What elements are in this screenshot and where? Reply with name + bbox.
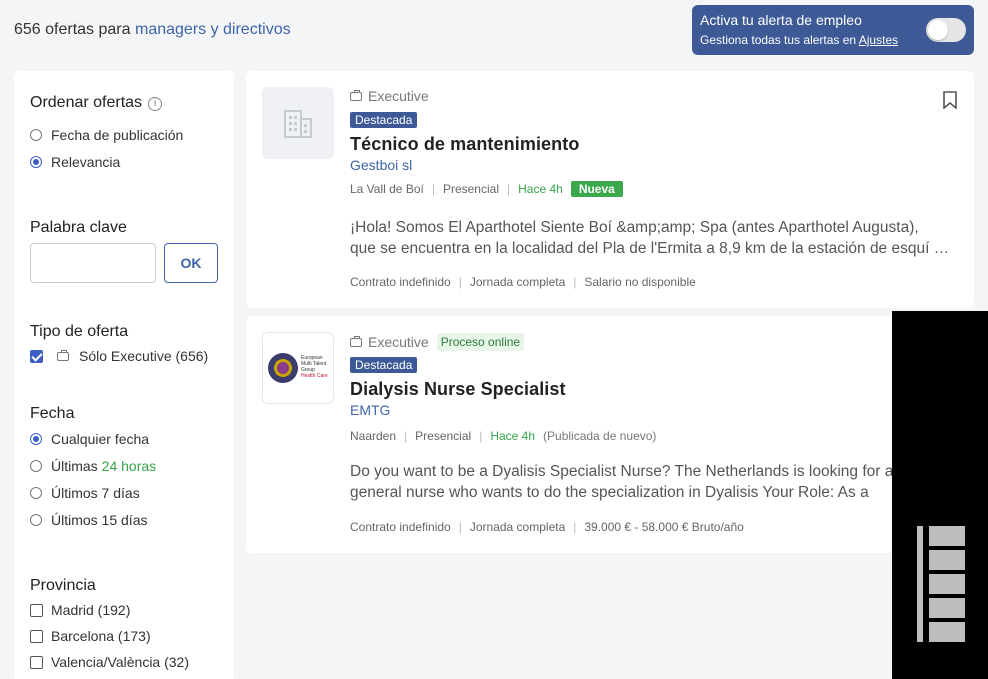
job-card[interactable]: European Multi Talent Group Health Care … — [246, 316, 974, 553]
keyword-ok-button[interactable]: OK — [164, 243, 218, 283]
checkbox-icon — [30, 629, 43, 643]
sort-option-date[interactable]: Fecha de publicación — [30, 127, 183, 143]
job-meta: Naarden | Presencial | Hace 4h (Publicada … — [350, 429, 657, 443]
results-count: 656 ofertas para managers y directivos — [14, 21, 291, 39]
category-link[interactable]: managers y directivos — [135, 21, 291, 38]
province-option-valencia[interactable]: Valencia/València (32) — [30, 654, 189, 670]
job-type: Executive Proceso online — [350, 333, 525, 351]
job-card[interactable]: Executive Destacada Técnico de mantenimi… — [246, 71, 974, 308]
overlay-panel — [892, 311, 988, 679]
radio-icon — [30, 487, 42, 499]
province-option-madrid[interactable]: Madrid (192) — [30, 602, 130, 618]
company-logo-placeholder — [262, 87, 334, 159]
radio-selected-icon — [30, 433, 42, 445]
offer-type-title: Tipo de oferta — [30, 323, 129, 340]
filters-sidebar: Ordenar ofertas i Fecha de publicación Re… — [14, 71, 234, 679]
job-type: Executive — [350, 88, 429, 104]
emtg-logo-mark — [268, 353, 298, 383]
executive-only-checkbox[interactable]: Sólo Executive (656) — [30, 348, 208, 364]
checkbox-icon — [30, 603, 43, 617]
job-alert-banner: Activa tu alerta de empleo Gestiona toda… — [692, 5, 974, 55]
radio-icon — [30, 460, 42, 472]
radio-icon — [30, 514, 42, 526]
checkbox-checked-icon — [30, 349, 43, 363]
results-count-text: 656 ofertas para — [14, 21, 131, 38]
radio-icon — [30, 129, 42, 141]
watermark-logo — [917, 526, 965, 642]
company-logo: European Multi Talent Group Health Care — [262, 332, 334, 404]
settings-link[interactable]: Ajustes — [859, 33, 898, 47]
online-process-badge: Proceso online — [436, 333, 525, 351]
radio-selected-icon — [30, 156, 42, 168]
date-title: Fecha — [30, 405, 75, 422]
keyword-title: Palabra clave — [30, 219, 127, 236]
company-link[interactable]: Gestboi sl — [350, 157, 412, 173]
alert-toggle[interactable] — [926, 18, 966, 42]
featured-badge: Destacada — [350, 112, 418, 128]
toggle-knob — [928, 20, 948, 40]
province-option-barcelona[interactable]: Barcelona (173) — [30, 628, 151, 644]
job-conditions: Contrato indefinido | Jornada completa | S… — [350, 275, 696, 289]
new-badge: Nueva — [570, 181, 623, 197]
briefcase-icon — [57, 349, 69, 361]
bookmark-icon[interactable] — [942, 91, 958, 109]
job-conditions: Contrato indefinido | Jornada completa | 3… — [350, 520, 744, 534]
company-link[interactable]: EMTG — [350, 402, 390, 418]
job-description: Do you want to be a Dyalisis Specialist … — [350, 463, 894, 501]
job-title-link[interactable]: Técnico de mantenimiento — [350, 134, 579, 155]
job-meta: La Vall de Boí | Presencial | Hace 4h Nuev… — [350, 181, 623, 197]
checkbox-icon — [30, 655, 43, 669]
date-option-7d[interactable]: Últimos 7 días — [30, 485, 140, 501]
province-title: Provincia — [30, 577, 96, 594]
briefcase-icon — [350, 335, 362, 347]
date-option-15d[interactable]: Últimos 15 días — [30, 512, 147, 528]
briefcase-icon — [350, 89, 362, 101]
sort-title: Ordenar ofertas i — [30, 94, 163, 112]
featured-badge: Destacada — [350, 357, 418, 373]
alert-subtitle: Gestiona todas tus alertas en Ajustes — [700, 33, 899, 47]
job-description: ¡Hola! Somos El Aparthotel Siente Boí &a… — [350, 219, 956, 257]
date-option-24h[interactable]: Últimas 24 horas — [30, 458, 156, 474]
date-option-any[interactable]: Cualquier fecha — [30, 431, 149, 447]
keyword-input[interactable] — [30, 243, 156, 283]
job-title-link[interactable]: Dialysis Nurse Specialist — [350, 379, 566, 400]
building-icon — [284, 110, 312, 138]
info-icon[interactable]: i — [148, 97, 163, 111]
sort-option-relevance[interactable]: Relevancia — [30, 154, 120, 170]
